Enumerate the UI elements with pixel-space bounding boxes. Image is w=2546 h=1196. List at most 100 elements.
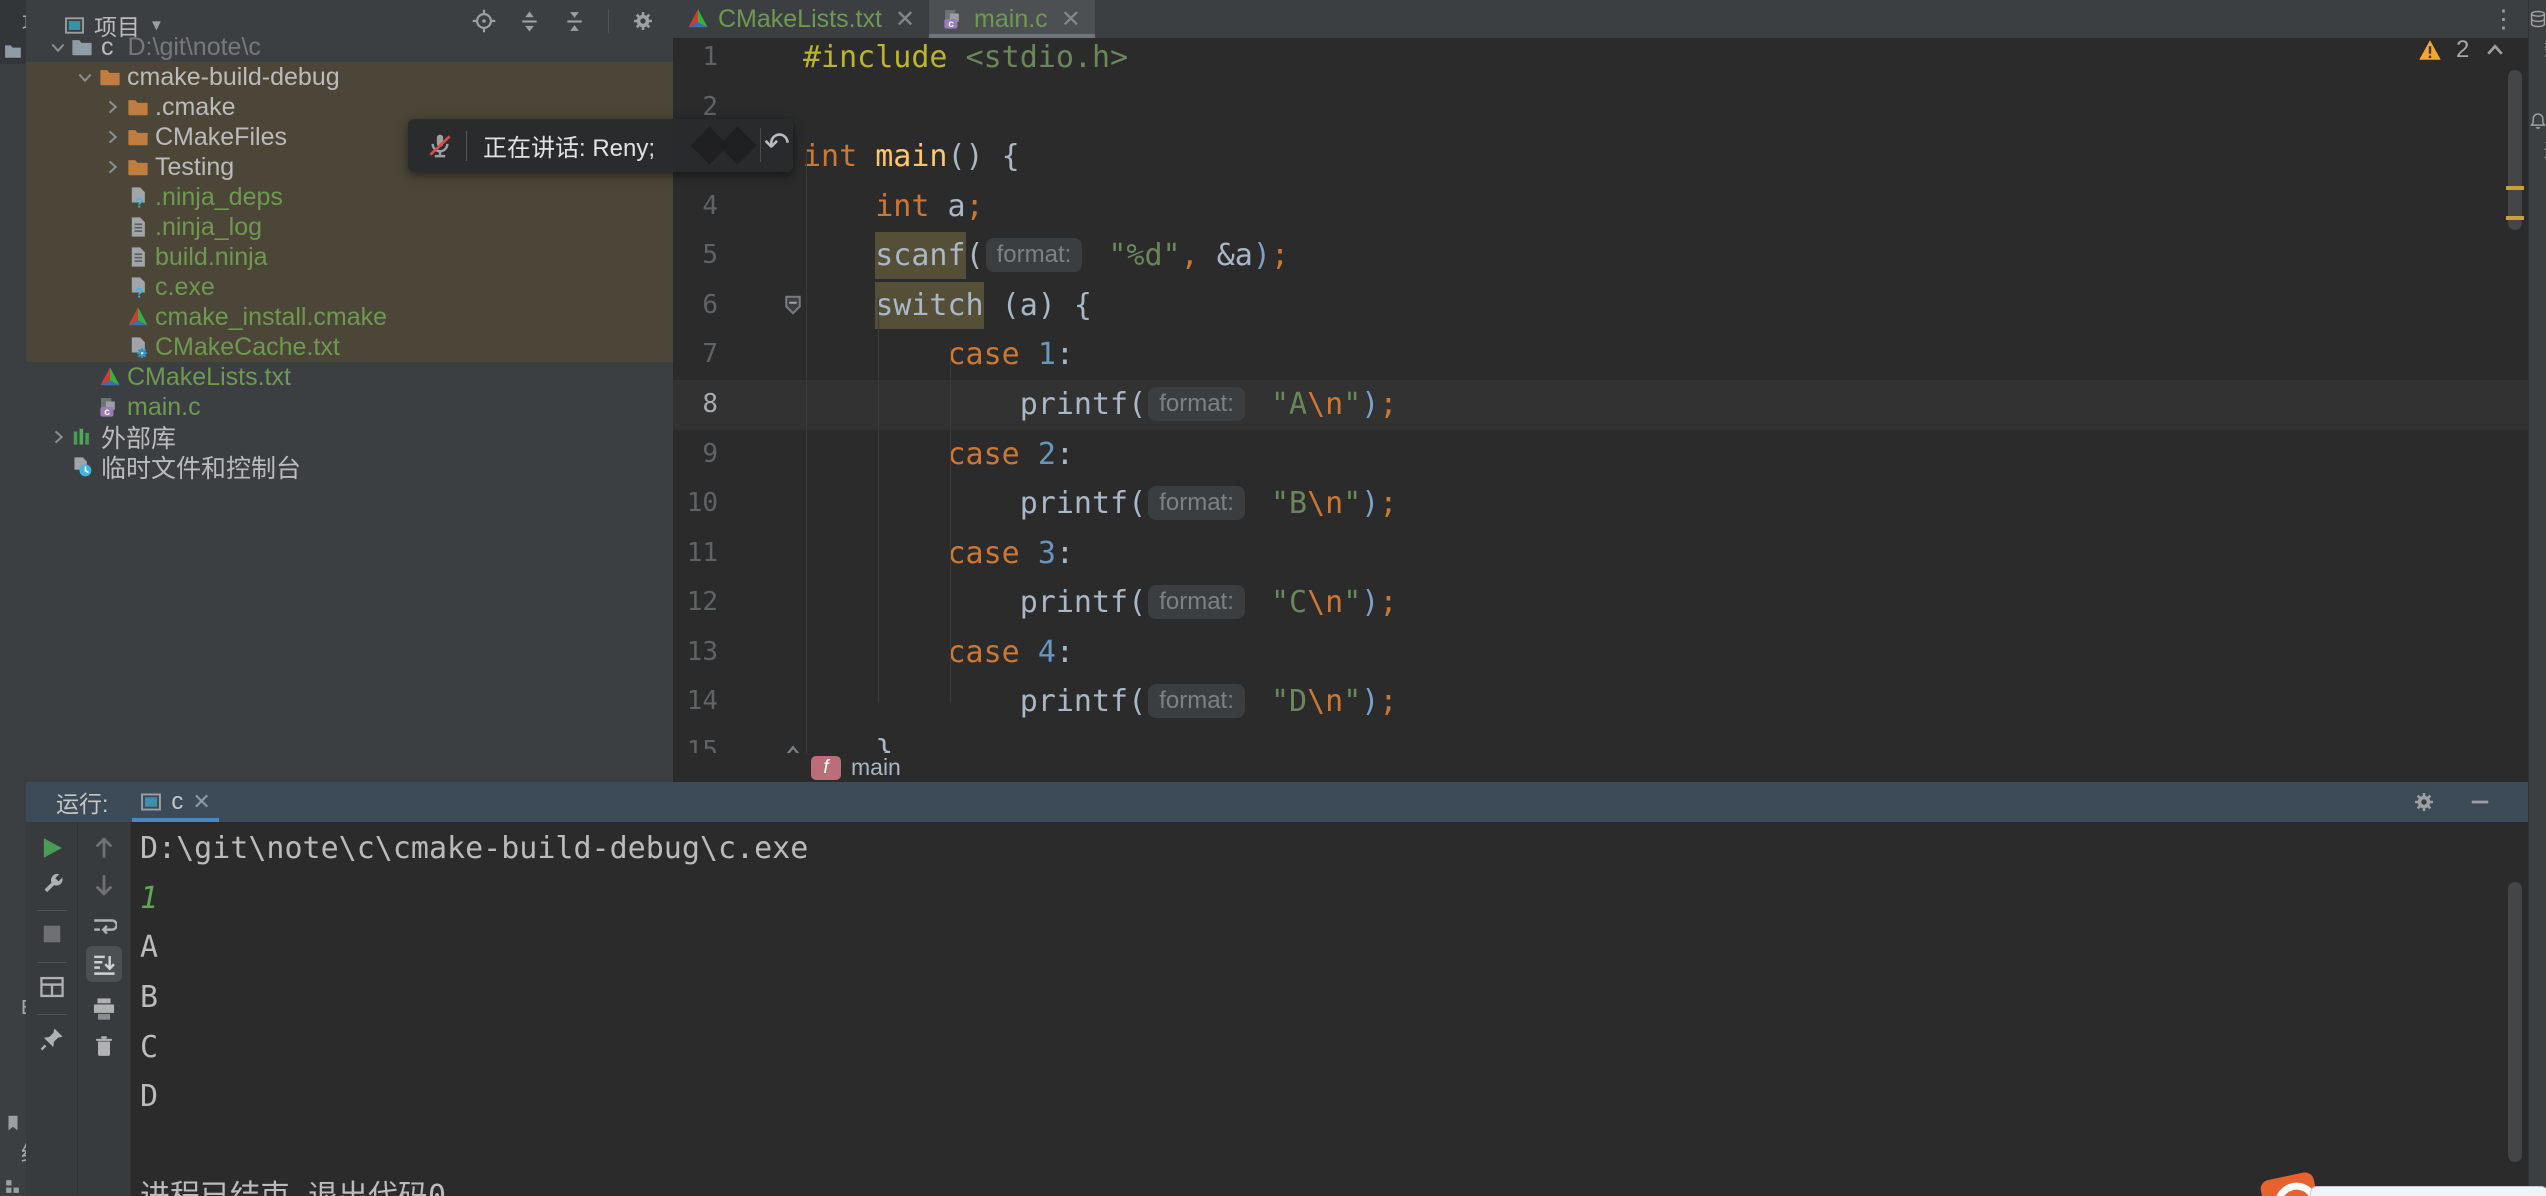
code-line[interactable]: printf(format: "C\n"); <box>673 578 2528 628</box>
soft-wrap-icon[interactable] <box>91 914 117 940</box>
code-token <box>803 684 1020 719</box>
function-icon: f <box>811 756 841 780</box>
console-output[interactable]: D:\git\note\c\cmake-build-debug\c.exe1AB… <box>140 824 808 1196</box>
locate-file-button[interactable] <box>472 9 496 33</box>
minimize-icon[interactable] <box>2468 790 2492 814</box>
code-token: \n <box>1307 585 1343 620</box>
code-line[interactable]: int main() { <box>673 132 2528 182</box>
code-line[interactable]: case 1: <box>673 330 2528 380</box>
clear-console-icon[interactable] <box>92 1034 116 1058</box>
editor-scrollbar[interactable] <box>2508 70 2522 230</box>
bookmark-icon[interactable] <box>4 1114 22 1132</box>
project-stripe-icon[interactable] <box>4 42 22 60</box>
line-number[interactable]: 7 <box>673 330 718 380</box>
warning-stripe-mark[interactable] <box>2506 216 2524 220</box>
tree-row[interactable]: .ninja_log <box>26 212 673 242</box>
line-number[interactable]: 10 <box>673 479 718 529</box>
line-number[interactable]: 5 <box>673 231 718 281</box>
close-icon[interactable]: ✕ <box>895 5 915 34</box>
code-line[interactable] <box>673 83 2528 133</box>
line-number[interactable]: 6 <box>673 281 718 331</box>
gear-icon[interactable] <box>631 9 655 33</box>
toolbar-divider <box>37 962 67 963</box>
code-token: , <box>1181 238 1199 273</box>
collapse-all-button[interactable] <box>563 10 586 33</box>
tree-item-label: .ninja_log <box>155 213 262 242</box>
breadcrumb-function[interactable]: main <box>851 754 901 781</box>
restore-layout-icon[interactable] <box>39 974 65 1000</box>
code-line[interactable]: scanf(format: "%d", &a); <box>673 231 2528 281</box>
line-number[interactable]: 13 <box>673 628 718 678</box>
pin-tab-icon[interactable] <box>39 1026 65 1052</box>
tree-row[interactable]: cmake-build-debug <box>26 62 673 92</box>
tab-options-icon[interactable]: ⋮ <box>2491 4 2516 34</box>
warning-icon <box>2418 38 2442 62</box>
tree-row[interactable]: cmain.c <box>26 392 673 422</box>
chevron-right-icon[interactable] <box>48 427 68 447</box>
project-header-toolbar <box>472 9 701 33</box>
expand-all-button[interactable] <box>518 10 541 33</box>
console-scrollbar[interactable] <box>2508 882 2522 1162</box>
structure-icon[interactable] <box>4 1178 21 1195</box>
tree-row[interactable]: .cmake <box>26 92 673 122</box>
down-stacktrace-icon[interactable] <box>91 872 117 898</box>
code-line[interactable]: case 3: <box>673 529 2528 579</box>
tree-row[interactable]: CMakeCache.txt <box>26 332 673 362</box>
breadcrumbs-bar: f main <box>673 753 2528 782</box>
chevron-right-icon[interactable] <box>102 97 122 117</box>
code-line[interactable]: int a; <box>673 182 2528 232</box>
tree-row[interactable]: CMakeLists.txt <box>26 362 673 392</box>
tree-row[interactable]: ?.ninja_deps <box>26 182 673 212</box>
chevron-down-icon[interactable] <box>48 37 68 57</box>
fold-marker-icon[interactable] <box>781 293 805 317</box>
editor-tab-main.c[interactable]: cmain.c✕ <box>929 0 1095 38</box>
editor-tab-CMakeLists.txt[interactable]: CMakeLists.txt✕ <box>673 0 929 38</box>
tree-row[interactable]: 临时文件和控制台 <box>26 452 673 482</box>
edit-configuration-icon[interactable] <box>39 872 65 898</box>
code-line[interactable]: switch (a) { <box>673 281 2528 331</box>
database-icon[interactable] <box>2529 10 2546 28</box>
tree-row[interactable]: ?c.exe <box>26 272 673 302</box>
tree-row[interactable]: cD:\git\note\c <box>26 32 673 62</box>
microphone-muted-icon[interactable] <box>426 132 454 160</box>
stop-button[interactable] <box>40 922 64 946</box>
code-rows[interactable]: #include <stdio.h> int main() { int a; sc… <box>673 33 2528 776</box>
gear-icon[interactable] <box>2412 790 2436 814</box>
line-number[interactable]: 9 <box>673 430 718 480</box>
code-line[interactable]: #include <stdio.h> <box>673 33 2528 83</box>
chevron-right-icon[interactable] <box>102 157 122 177</box>
close-icon[interactable]: ✕ <box>192 789 210 815</box>
prev-issue-icon[interactable] <box>2483 38 2507 62</box>
chevron-right-icon[interactable] <box>102 127 122 147</box>
warning-stripe-mark[interactable] <box>2506 186 2524 190</box>
tree-row[interactable]: build.ninja <box>26 242 673 272</box>
indent-guide <box>806 150 807 753</box>
tree-row[interactable]: cmake_install.cmake <box>26 302 673 332</box>
chevron-down-icon[interactable]: ▼ <box>149 17 164 34</box>
code-line[interactable]: case 4: <box>673 628 2528 678</box>
line-number[interactable]: 14 <box>673 677 718 727</box>
code-line[interactable]: printf(format: "A\n"); <box>673 380 2528 430</box>
rerun-button[interactable] <box>39 835 65 861</box>
code-line[interactable]: printf(format: "D\n"); <box>673 677 2528 727</box>
code-line[interactable]: printf(format: "B\n"); <box>673 479 2528 529</box>
line-number[interactable]: 1 <box>673 33 718 83</box>
close-icon[interactable]: ✕ <box>1061 5 1081 34</box>
line-number[interactable]: 12 <box>673 578 718 628</box>
run-tab[interactable]: c ✕ <box>132 782 218 822</box>
code-token <box>1020 536 1038 571</box>
tree-row[interactable]: 外部库 <box>26 422 673 452</box>
console-output-line <box>140 1122 808 1172</box>
line-number[interactable]: 11 <box>673 529 718 579</box>
tree-item-label: cmake_install.cmake <box>155 303 387 332</box>
print-icon[interactable] <box>91 996 117 1022</box>
inspection-widget[interactable]: 2 <box>2418 36 2528 64</box>
code-line[interactable]: case 2: <box>673 430 2528 480</box>
tree-item-label: CMakeCache.txt <box>155 333 340 362</box>
chevron-down-icon[interactable] <box>75 67 95 87</box>
line-number[interactable]: 8 <box>673 380 718 430</box>
line-number[interactable]: 4 <box>673 182 718 232</box>
up-stacktrace-icon[interactable] <box>91 835 117 861</box>
scroll-to-end-icon[interactable] <box>91 952 117 978</box>
bell-icon[interactable] <box>2529 112 2546 130</box>
